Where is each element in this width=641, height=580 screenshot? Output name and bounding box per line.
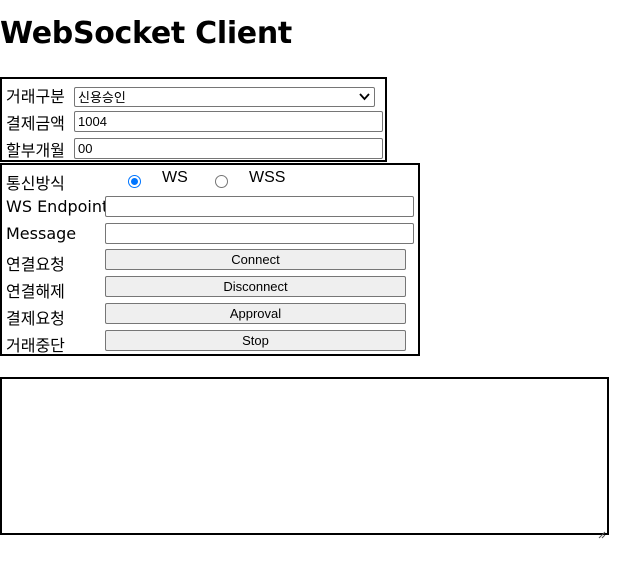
connection-form: 통신방식 WS WSS WS Endpoint Message 연결요청 Con… xyxy=(0,163,420,356)
message-label: Message xyxy=(6,224,77,243)
transaction-type-label: 거래구분 xyxy=(6,87,65,106)
approval-button[interactable]: Approval xyxy=(105,303,406,324)
chevron-down-icon xyxy=(359,88,370,106)
connect-row: 연결요청 Connect xyxy=(2,249,418,275)
connect-button[interactable]: Connect xyxy=(105,249,406,270)
wss-radio-label: WSS xyxy=(249,169,286,186)
endpoint-label: WS Endpoint xyxy=(6,197,109,216)
approval-row: 결제요청 Approval xyxy=(2,303,418,329)
amount-label: 결제금액 xyxy=(6,114,65,133)
resize-grip-icon[interactable] xyxy=(598,524,606,539)
connect-label: 연결요청 xyxy=(6,255,65,274)
disconnect-button[interactable]: Disconnect xyxy=(105,276,406,297)
stop-row: 거래중단 Stop xyxy=(2,330,418,356)
ws-radio-label: WS xyxy=(162,169,188,186)
transaction-type-select[interactable]: 신용승인 xyxy=(74,87,375,107)
amount-row: 결제금액 1004 xyxy=(2,108,385,134)
transaction-type-row: 거래구분 신용승인 xyxy=(2,81,385,107)
disconnect-label: 연결해제 xyxy=(6,282,65,301)
message-row: Message xyxy=(2,222,418,248)
protocol-label: 통신방식 xyxy=(6,174,65,193)
amount-input[interactable]: 1004 xyxy=(74,111,383,132)
transaction-form: 거래구분 신용승인 결제금액 1004 할부개월 00 xyxy=(0,77,387,162)
stop-button[interactable]: Stop xyxy=(105,330,406,351)
endpoint-row: WS Endpoint xyxy=(2,195,418,221)
installment-row: 할부개월 00 xyxy=(2,135,385,161)
disconnect-row: 연결해제 Disconnect xyxy=(2,276,418,302)
endpoint-input[interactable] xyxy=(105,196,414,217)
installment-input[interactable]: 00 xyxy=(74,138,383,159)
installment-label: 할부개월 xyxy=(6,141,65,160)
ws-radio[interactable] xyxy=(128,175,141,188)
stop-label: 거래중단 xyxy=(6,336,65,355)
page-title: WebSocket Client xyxy=(0,16,292,51)
wss-radio[interactable] xyxy=(215,175,228,188)
protocol-row: 통신방식 WS WSS xyxy=(2,168,418,194)
approval-label: 결제요청 xyxy=(6,309,65,328)
transaction-type-value: 신용승인 xyxy=(78,90,126,105)
log-textarea[interactable] xyxy=(0,377,609,539)
message-input[interactable] xyxy=(105,223,414,244)
